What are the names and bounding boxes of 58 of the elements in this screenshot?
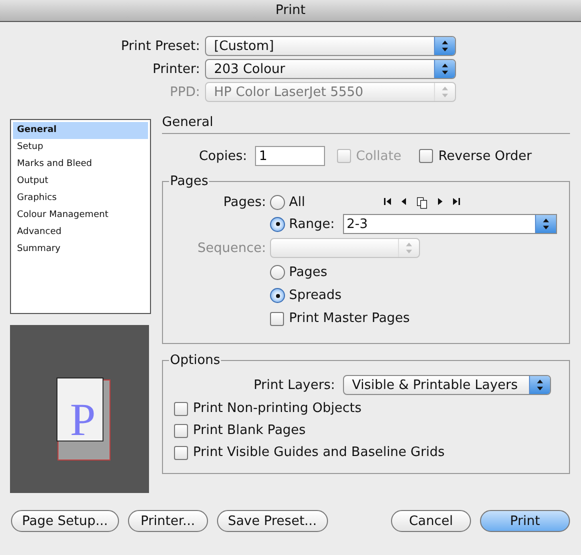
sidebar-item[interactable]: Output <box>13 173 148 190</box>
dialog-button[interactable]: Save Preset... <box>216 510 328 532</box>
dropdown[interactable]: [Custom] <box>205 36 456 56</box>
group-title: Options <box>169 353 222 368</box>
pages-icon[interactable] <box>416 196 428 208</box>
field-label: Sequence: <box>196 240 266 256</box>
page-preview: P <box>10 325 149 493</box>
dialog-button[interactable]: Page Setup... <box>11 510 119 532</box>
radio-label: All <box>289 195 306 210</box>
radio-label: Spreads <box>289 288 342 303</box>
stepper-icon <box>529 376 550 394</box>
checkbox-label: Print Visible Guides and Baseline Grids <box>193 445 445 460</box>
checkbox[interactable] <box>174 446 188 460</box>
checkbox-label: Print Blank Pages <box>193 423 306 438</box>
dialog-button[interactable]: Cancel <box>391 510 471 532</box>
first-page-icon[interactable] <box>384 196 392 206</box>
radio-button[interactable] <box>270 195 285 210</box>
sidebar-item[interactable]: General <box>13 122 148 139</box>
field-label: Print Layers: <box>252 378 335 392</box>
previous-page-icon[interactable] <box>400 196 408 206</box>
field-label: Printer: <box>152 62 200 76</box>
checkbox[interactable] <box>174 402 188 416</box>
sidebar-item[interactable]: Colour Management <box>13 207 148 224</box>
field-label: PPD: <box>168 84 200 100</box>
checkbox-label: Print Non-printing Objects <box>193 401 362 416</box>
next-page-icon[interactable] <box>436 196 444 206</box>
range-field[interactable]: 2-3 <box>342 214 557 234</box>
radio-button[interactable] <box>270 265 285 280</box>
stepper-icon <box>434 37 455 55</box>
sidebar-item[interactable]: Advanced <box>13 224 148 241</box>
sidebar-item[interactable]: Graphics <box>13 190 148 207</box>
checkbox-label: Reverse Order <box>438 148 532 164</box>
dropdown[interactable]: 203 Colour <box>205 59 456 79</box>
field-label: Print Preset: <box>120 38 200 54</box>
sidebar-item[interactable]: Marks and Bleed <box>13 156 148 173</box>
checkbox[interactable] <box>174 424 188 438</box>
radio-button[interactable] <box>270 288 285 303</box>
stepper-icon <box>534 215 556 233</box>
radio-label: Range: <box>289 216 335 232</box>
window-title: Print <box>276 3 306 18</box>
checkbox-label: Print Master Pages <box>289 311 410 326</box>
checkbox[interactable] <box>419 149 434 163</box>
stepper-icon <box>434 60 455 78</box>
dialog-button[interactable]: Printer... <box>128 510 208 532</box>
radio-label: Pages <box>289 265 328 280</box>
field-label: Pages: <box>222 195 266 210</box>
copies-field[interactable]: 1 <box>255 146 325 166</box>
group-title: Pages <box>169 174 210 189</box>
checkbox[interactable] <box>270 312 284 326</box>
sidebar-item[interactable]: Setup <box>13 139 148 156</box>
section-title: General <box>162 115 570 134</box>
sidebar-item[interactable]: Summary <box>13 241 148 258</box>
radio-button[interactable] <box>270 216 285 232</box>
field-label: Copies: <box>198 148 247 164</box>
print-button[interactable]: Print <box>480 510 570 532</box>
last-page-icon[interactable] <box>452 196 460 206</box>
checkbox-label: Collate <box>356 148 402 164</box>
layers-dropdown[interactable]: Visible & Printable Layers <box>343 375 551 395</box>
